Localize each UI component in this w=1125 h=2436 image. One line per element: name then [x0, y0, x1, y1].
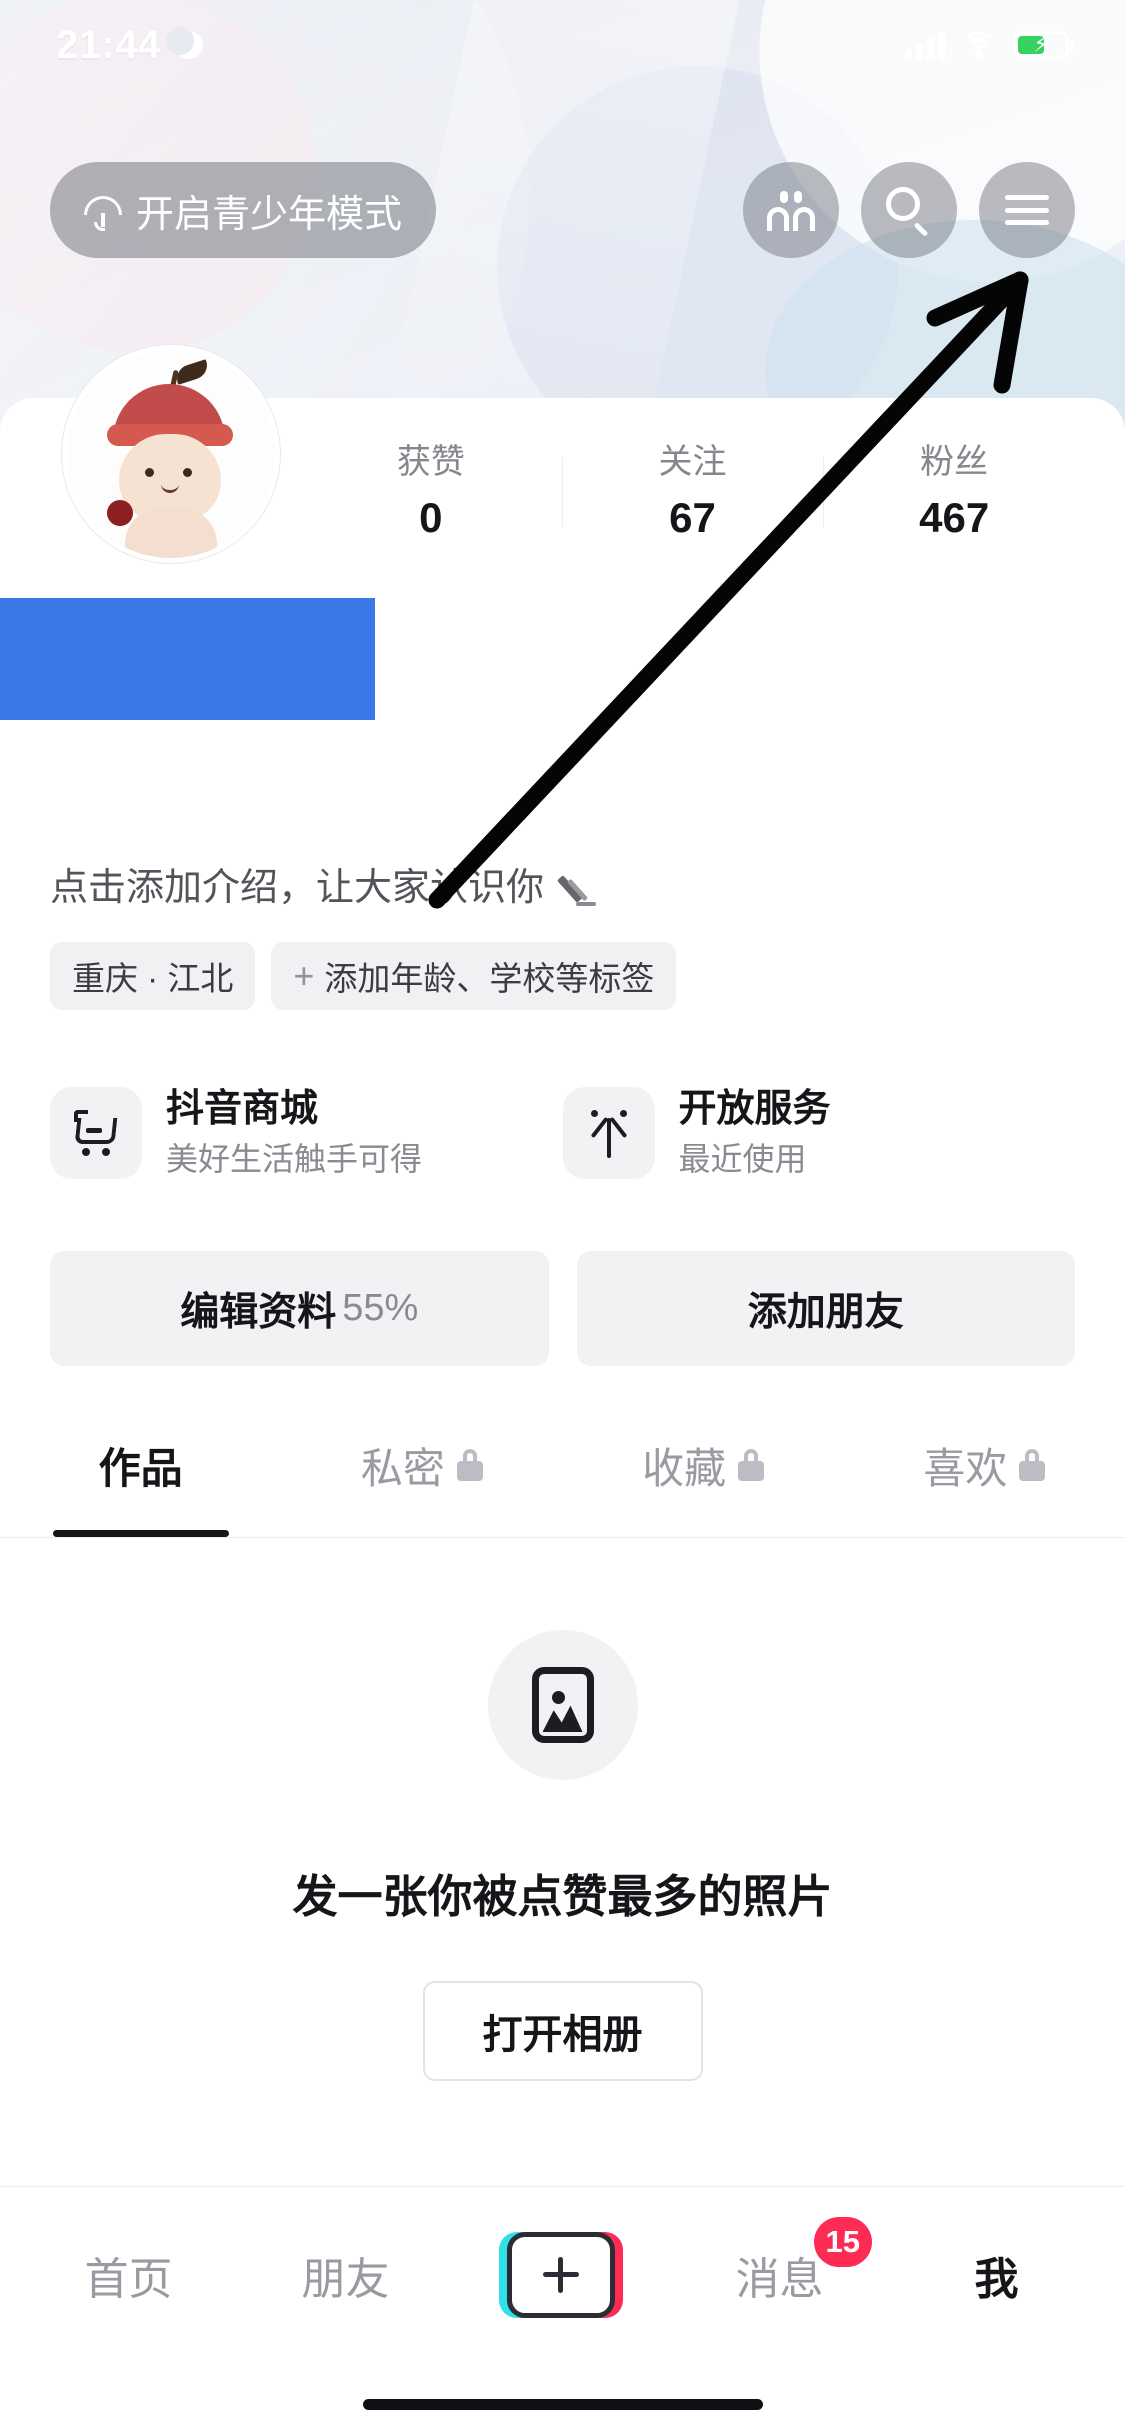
tab-label: 收藏	[642, 1444, 727, 1492]
stat-label: 关注	[658, 443, 727, 481]
plus-icon: +	[293, 955, 315, 996]
status-bar-left: 21:44	[56, 23, 203, 68]
service-text: 开放服务 最近使用	[678, 1087, 831, 1178]
service-title: 开放服务	[678, 1087, 831, 1130]
status-bar-clock: 21:44	[56, 22, 161, 67]
battery-charging-icon: ⚡	[1013, 31, 1074, 59]
service-open[interactable]: 开放服务 最近使用	[562, 1058, 1076, 1208]
nav-item-home[interactable]: 首页	[20, 2243, 237, 2307]
tab-label: 作品	[98, 1444, 183, 1492]
moon-icon	[165, 27, 203, 59]
tab-liked[interactable]: 喜欢	[844, 1405, 1125, 1525]
umbrella-icon	[84, 191, 122, 231]
cellular-signal-icon	[905, 30, 945, 60]
bottom-navigation: 首页 朋友 消息 15 我	[0, 2186, 1125, 2436]
lock-icon	[1019, 1449, 1046, 1481]
bio-placeholder-text: 点击添加介绍，让大家认识你	[50, 867, 545, 909]
photo-placeholder-icon	[487, 1630, 638, 1780]
profile-top-bar: 开启青少年模式	[0, 150, 1125, 270]
lock-icon	[456, 1449, 483, 1481]
nav-item-messages[interactable]: 消息 15	[671, 2216, 888, 2307]
service-mall[interactable]: 抖音商城 美好生活触手可得	[50, 1058, 563, 1208]
home-indicator	[362, 2399, 763, 2410]
stat-value: 467	[919, 494, 990, 541]
search-button[interactable]	[861, 162, 957, 258]
hamburger-menu-icon	[1005, 195, 1049, 225]
stat-likes[interactable]: 获赞 0	[300, 445, 562, 539]
profile-stats: 获赞 0 关注 67 粉丝 467	[300, 432, 1085, 552]
plus-create-icon	[498, 2231, 623, 2318]
friends-icon	[767, 189, 815, 231]
service-subtitle: 美好生活触手可得	[166, 1141, 423, 1178]
friends-button[interactable]	[743, 162, 839, 258]
tag-add[interactable]: + 添加年龄、学校等标签	[271, 942, 677, 1010]
nav-item-friends[interactable]: 朋友	[237, 2243, 454, 2307]
profile-tags: 重庆 · 江北 + 添加年龄、学校等标签	[50, 942, 677, 1010]
menu-button[interactable]	[979, 162, 1075, 258]
stat-value: 0	[419, 494, 443, 541]
profile-actions: 编辑资料 55% 添加朋友	[50, 1251, 1075, 1366]
service-entries: 抖音商城 美好生活触手可得 开放服务 最近使用	[50, 1058, 1075, 1208]
message-badge: 15	[813, 2216, 872, 2267]
service-subtitle: 最近使用	[678, 1141, 807, 1178]
add-friend-button[interactable]: 添加朋友	[576, 1251, 1075, 1366]
nav-item-me[interactable]: 我	[888, 2243, 1105, 2307]
open-album-button[interactable]: 打开相册	[422, 1981, 703, 2081]
edit-profile-percent: 55%	[342, 1287, 419, 1329]
stat-value: 67	[669, 494, 716, 541]
tab-active-underline	[52, 1530, 229, 1537]
tab-favorites[interactable]: 收藏	[563, 1405, 844, 1525]
stat-following[interactable]: 关注 67	[561, 443, 824, 541]
teen-mode-label: 开启青少年模式	[136, 193, 403, 236]
top-bar-actions	[743, 162, 1075, 258]
douyin-star-icon	[562, 1087, 655, 1179]
stat-followers[interactable]: 粉丝 467	[823, 445, 1085, 539]
add-friend-label: 添加朋友	[747, 1290, 904, 1334]
edit-profile-label: 编辑资料	[180, 1290, 337, 1334]
stat-label: 粉丝	[920, 443, 989, 481]
tag-label: 重庆 · 江北	[72, 960, 234, 997]
lock-icon	[738, 1449, 765, 1481]
tag-label: 添加年龄、学校等标签	[324, 960, 655, 997]
tag-location[interactable]: 重庆 · 江北	[50, 942, 256, 1010]
tab-private[interactable]: 私密	[281, 1405, 562, 1525]
nickname-redaction-bar	[0, 598, 375, 720]
wifi-icon	[961, 31, 997, 59]
nav-item-create[interactable]	[454, 2231, 671, 2318]
bio-row[interactable]: 点击添加介绍，让大家认识你	[50, 867, 1050, 910]
nav-label: 首页	[84, 2254, 173, 2304]
avatar[interactable]	[62, 345, 280, 563]
empty-state: 发一张你被点赞最多的照片 打开相册	[0, 1630, 1125, 2081]
content-tabs: 作品 私密 收藏 喜欢	[0, 1405, 1125, 1537]
bottom-nav-row: 首页 朋友 消息 15 我	[0, 2187, 1125, 2362]
pencil-icon	[557, 870, 598, 908]
empty-state-title: 发一张你被点赞最多的照片	[292, 1871, 833, 1922]
service-text: 抖音商城 美好生活触手可得	[166, 1087, 423, 1178]
nav-label: 消息	[735, 2254, 824, 2304]
edit-profile-button[interactable]: 编辑资料 55%	[50, 1251, 549, 1366]
tab-label: 私密	[360, 1444, 445, 1492]
tab-label: 喜欢	[923, 1444, 1008, 1492]
status-bar-right: ⚡	[905, 30, 1074, 60]
search-icon	[886, 187, 932, 237]
avatar-illustration	[67, 350, 275, 558]
teen-mode-button[interactable]: 开启青少年模式	[50, 162, 437, 258]
tab-works[interactable]: 作品	[0, 1405, 281, 1537]
nav-label: 我	[974, 2254, 1019, 2304]
nav-label: 朋友	[301, 2254, 390, 2304]
status-bar: 21:44 ⚡	[0, 0, 1125, 90]
shopping-cart-icon	[50, 1087, 142, 1179]
tabs-divider	[0, 1537, 1125, 1538]
service-title: 抖音商城	[166, 1087, 319, 1130]
stat-label: 获赞	[396, 443, 465, 481]
